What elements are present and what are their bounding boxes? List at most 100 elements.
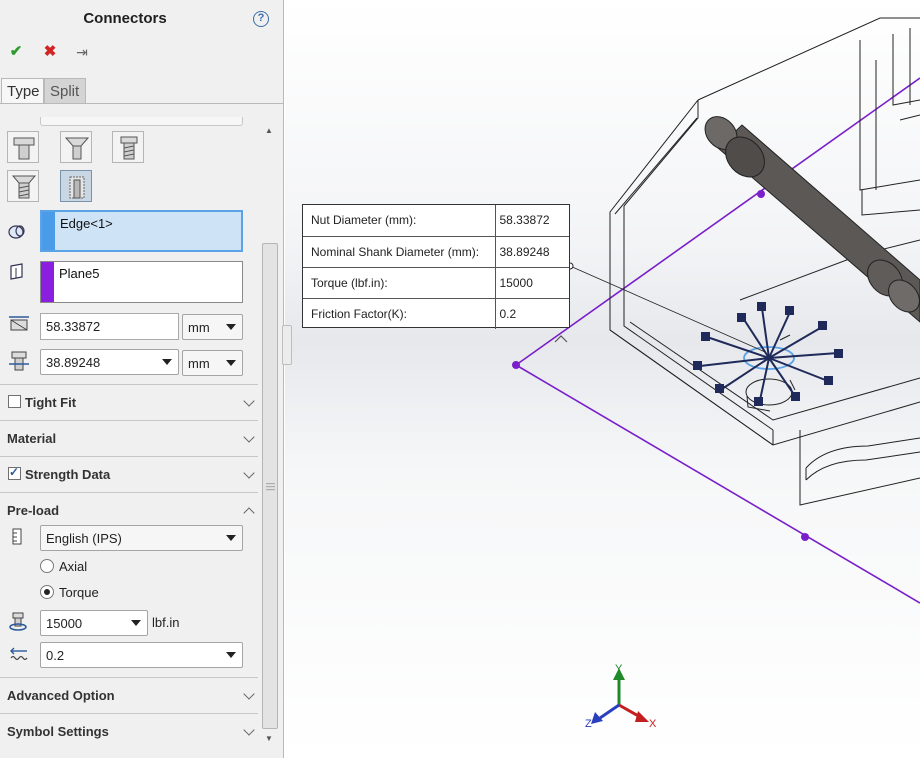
z-axis-label: Z [585,718,592,730]
nut-diameter-input[interactable]: 58.33872 [40,313,179,340]
axial-radio[interactable] [40,559,54,573]
chevron-down-icon[interactable] [243,467,255,479]
symbol-settings-section-header[interactable]: Symbol Settings [0,713,258,749]
model-drawing [512,17,920,604]
counterbore-bolt-icon [120,136,138,160]
property-manager-panel: Connectors ? ✔ ✖ ⇥ Type Split Edge<1> Pl… [0,0,284,758]
table-row: Nut Diameter (mm): 58.33872 [303,205,569,237]
counterbore-screw-icon [13,137,35,160]
chevron-down-icon [162,359,172,365]
tight-fit-row[interactable]: Tight Fit [0,384,258,420]
tab-type[interactable]: Type [1,78,44,104]
callout-label: Torque (lbf.in): [303,266,496,299]
shank-diameter-unit-label: mm [188,356,210,371]
counterbore-screw-button[interactable] [7,131,39,163]
callout-label: Nut Diameter (mm): [303,205,496,237]
strength-data-section-header[interactable]: Strength Data [0,456,258,492]
scroll-up-arrow-icon[interactable]: ▲ [265,126,273,135]
chevron-down-icon [226,360,236,366]
unit-system-value: English (IPS) [46,531,122,546]
torque-value-select[interactable]: 15000 [40,610,148,636]
advanced-option-section-header[interactable]: Advanced Option [0,677,258,713]
material-section-header[interactable]: Material [0,420,258,456]
nut-diameter-unit-select[interactable]: mm [182,314,243,340]
chevron-down-icon[interactable] [243,688,255,700]
table-row: Nominal Shank Diameter (mm): 38.89248 [303,235,569,268]
chevron-down-icon[interactable] [243,724,255,736]
table-row: Friction Factor(K): 0.2 [303,297,569,329]
y-axis-label: Y [615,663,623,675]
torque-label: Torque [59,585,99,600]
countersink-screw-button[interactable] [60,131,92,163]
countersink-bolt-icon [11,175,37,199]
material-section-title: Material [7,431,57,446]
connector-symbol [693,302,843,406]
symbol-settings-title: Symbol Settings [7,724,109,739]
torque-value: 15000 [46,616,83,631]
type-group-frame [40,117,243,126]
edge-color-swatch [42,212,55,250]
counterbore-bolt-button[interactable] [112,131,144,163]
plane-handle [757,190,765,198]
callout-leader [569,265,766,353]
callout-label: Nominal Shank Diameter (mm): [303,235,496,268]
chevron-down-icon[interactable] [243,395,255,407]
nut-diameter-unit-label: mm [188,320,210,335]
scroll-thumb[interactable]: — — — [262,243,278,729]
plane-selection-value: Plane5 [59,266,100,281]
chevron-up-icon[interactable] [243,507,255,519]
unit-system-select[interactable]: English (IPS) [40,525,243,551]
tab-divider [0,103,283,104]
tight-fit-checkbox[interactable] [8,395,21,408]
tight-fit-label: Tight Fit [25,395,77,410]
x-axis-label: X [649,718,657,730]
help-icon[interactable]: ? [253,11,269,27]
cancel-x-icon[interactable]: ✖ [41,43,59,61]
edge-selection-box[interactable]: Edge<1> [40,210,243,252]
callout-value: 58.33872 [494,205,569,237]
countersink-bolt-button[interactable] [7,170,39,202]
foundation-bolt-button[interactable] [60,170,92,202]
plane-handle [801,533,809,541]
shank-diameter-unit-select[interactable]: mm [182,350,243,376]
edge-selection-value: Edge<1> [60,216,113,231]
shank-diameter-select[interactable]: 38.89248 [40,349,179,375]
chevron-down-icon [226,324,236,330]
chevron-down-icon [226,535,236,541]
callout-value: 38.89248 [494,235,569,268]
plane-handle [512,361,520,369]
friction-factor-select[interactable]: 0.2 [40,642,243,668]
axis-triad: Y X Z [585,663,657,730]
plane-selection-box[interactable]: Plane5 [40,261,243,303]
panel-collapse-handle[interactable] [282,325,292,365]
torque-unit-label: lbf.in [152,615,180,630]
nut-diameter-icon [9,316,29,331]
torque-bolt-icon [9,612,27,631]
unit-system-icon [12,528,22,545]
pushpin-icon[interactable]: ⇥ [73,43,91,61]
strength-data-checkbox[interactable] [8,465,21,480]
panel-scrollbar[interactable]: ▲ — — — ▼ [261,122,279,748]
strength-data-title: Strength Data [25,467,111,482]
table-row: Torque (lbf.in): 15000 [303,266,569,299]
callout-value: 0.2 [494,297,569,329]
callout-value: 15000 [494,266,569,299]
preload-section-header[interactable]: Pre-load [0,492,258,524]
scroll-grip-icon: — — — [266,478,275,494]
foundation-bolt-icon [69,176,85,199]
bolt-body [704,116,920,323]
plane-color-swatch [41,262,54,302]
z-axis-icon [599,703,620,720]
friction-factor-value: 0.2 [46,648,65,663]
ok-check-icon[interactable]: ✔ [7,43,25,61]
plane-selection-icon [10,263,23,280]
axial-label: Axial [59,559,88,574]
torque-radio[interactable] [40,585,54,599]
connector-callout: Nut Diameter (mm): 58.33872 Nominal Shan… [302,204,570,329]
tab-split[interactable]: Split [44,78,86,104]
advanced-option-title: Advanced Option [7,688,115,703]
chevron-down-icon[interactable] [243,431,255,443]
graphics-viewport[interactable]: Y X Z [285,0,920,758]
scroll-down-arrow-icon[interactable]: ▼ [265,734,273,743]
chevron-down-icon [131,620,141,626]
